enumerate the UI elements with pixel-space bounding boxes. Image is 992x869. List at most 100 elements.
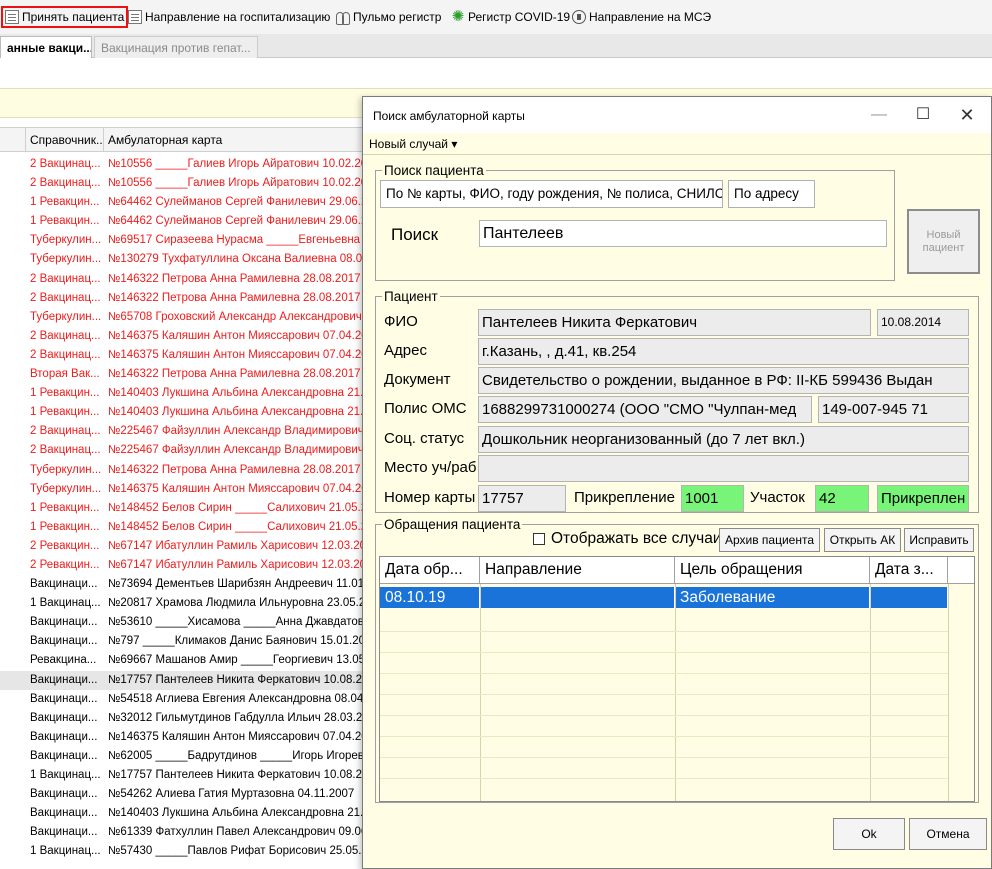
tab-hepatitis-vaccination[interactable]: Вакцинация против гепат... (94, 36, 258, 58)
card-cell: №146375 Каляшин Антон Мияссарович 07.04.… (108, 482, 380, 495)
search-mode-by-address[interactable]: По адресу (728, 180, 815, 208)
grid-divider (480, 584, 481, 801)
table-row[interactable]: 2 Вакцинац... №225467 Файзуллин Александр… (0, 422, 380, 441)
table-row[interactable]: Туберкулин... №146322 Петрова Анна Рамиле… (0, 461, 380, 480)
table-row[interactable]: 2 Вакцинац... №146375 Каляшин Антон Миясс… (0, 327, 380, 346)
table-row[interactable]: 1 Ревакцин... №64462 Сулейманов Сергей Фа… (0, 212, 380, 231)
card-cell: №140403 Лукшина Альбина Александровна 21… (108, 406, 380, 419)
reference-cell: 1 Ревакцин... (30, 501, 100, 514)
reference-cell: Вакцинаци... (30, 730, 98, 743)
table-row[interactable]: 1 Ревакцин... №148452 Белов Сирин _____Са… (0, 499, 380, 518)
dialog-titlebar: Поиск амбулаторной карты — ☐ ✕ (363, 97, 991, 133)
table-row[interactable]: Ревакцина... №69667 Машанов Амир _____Гео… (0, 651, 380, 670)
grid-divider (380, 736, 948, 737)
table-row[interactable]: Вакцинаци... №54262 Алиева Гатия Муртазов… (0, 785, 380, 804)
table-row[interactable]: Туберкулин... №65708 Гроховский Александр… (0, 308, 380, 327)
table-row[interactable]: Вакцинаци... №797 _____Климаков Данис Бая… (0, 632, 380, 651)
appeal-direction-cell (480, 587, 675, 608)
maximize-icon[interactable]: ☐ (903, 103, 943, 127)
table-row[interactable]: 1 Вакцинац... №20817 Храмова Людмила Ильн… (0, 594, 380, 613)
column-header-card[interactable]: Амбулаторная карта (104, 128, 380, 152)
table-row[interactable]: 1 Ревакцин... №140403 Лукшина Альбина Але… (0, 384, 380, 403)
hospitalization-referral-button[interactable]: Направление на госпитализацию (128, 6, 330, 28)
column-header-close-date[interactable]: Дата з... (870, 557, 948, 583)
card-cell: №32012 Гильмутдинов Габдулла Ильич 28.03… (108, 711, 380, 724)
table-row[interactable]: 1 Вакцинац... №17757 Пантелеев Никита Фер… (0, 766, 380, 785)
table-row[interactable]: 2 Вакцинац... №146322 Петрова Анна Рамиле… (0, 289, 380, 308)
search-input[interactable]: Пантелеев (479, 220, 887, 247)
table-row[interactable]: Вакцинаци... №140403 Лукшина Альбина Алек… (0, 804, 380, 823)
table-row[interactable]: Вакцинаци... №62005 _____Бадрутдинов ____… (0, 747, 380, 766)
card-number-field: 17757 (478, 485, 566, 512)
pulmo-register-label: Пульмо регистр (353, 10, 442, 24)
table-row[interactable]: 1 Вакцинац... №57430 _____Павлов Рифат Бо… (0, 842, 380, 861)
table-row[interactable]: 2 Вакцинац... №10556 _____Галиев Игорь Ай… (0, 155, 380, 174)
new-patient-button[interactable]: Новый пациент (907, 209, 980, 274)
table-row[interactable]: 2 Ревакцин... №67147 Ибатуллин Рамиль Хар… (0, 556, 380, 575)
patient-archive-button[interactable]: Архив пациента (719, 528, 820, 552)
table-row[interactable]: 2 Вакцинац... №146375 Каляшин Антон Миясс… (0, 346, 380, 365)
lungs-icon (336, 10, 350, 25)
close-icon[interactable]: ✕ (947, 103, 987, 127)
minimize-icon[interactable]: — (859, 103, 899, 127)
table-row[interactable]: Туберкулин... №130279 Тухфатуллина Оксана… (0, 250, 380, 269)
table-row[interactable]: Вакцинаци... №53610 _____Хисамова _____Ан… (0, 613, 380, 632)
table-row[interactable]: Туберкулин... №146375 Каляшин Антон Миясс… (0, 480, 380, 499)
reference-cell: Вторая Вак... (30, 368, 100, 381)
search-mode-by-card[interactable]: По № карты, ФИО, году рождения, № полиса… (380, 180, 723, 208)
card-cell: №225467 Файзуллин Александр Владимирович… (108, 444, 380, 457)
grid-divider (380, 631, 948, 632)
table-row[interactable]: 1 Ревакцин... №140403 Лукшина Альбина Але… (0, 403, 380, 422)
table-row[interactable]: Вакцинаци... №146375 Каляшин Антон Миясса… (0, 728, 380, 747)
cancel-button[interactable]: Отмена (909, 818, 987, 850)
card-cell: №140403 Лукшина Альбина Александровна 21… (108, 387, 380, 400)
checkbox-icon[interactable] (533, 533, 545, 545)
edit-button[interactable]: Исправить (904, 528, 974, 552)
column-header-reference[interactable]: Справочник... (26, 128, 104, 152)
table-row[interactable]: Вакцинаци... №54518 Аглиева Евгения Алекс… (0, 690, 380, 709)
table-row-selected[interactable]: Вакцинаци... №17757 Пантелеев Никита Ферк… (0, 670, 380, 690)
grid-divider (380, 694, 948, 695)
table-row[interactable]: 2 Ревакцин... №67147 Ибатуллин Рамиль Хар… (0, 537, 380, 556)
table-row[interactable]: 2 Вакцинац... №225467 Файзуллин Александр… (0, 441, 380, 460)
card-cell: №73694 Дементьев Шарибзян Андреевич 11.0… (108, 578, 380, 591)
mse-referral-button[interactable]: Направление на МСЭ (572, 6, 711, 28)
ok-button[interactable]: Ok (833, 818, 905, 850)
fio-label: ФИО (384, 313, 418, 330)
show-all-checkbox[interactable]: Отображать все случаи (533, 530, 719, 548)
table-row[interactable]: 2 Вакцинац... №10556 _____Галиев Игорь Ай… (0, 174, 380, 193)
new-case-menu[interactable]: Новый случай ▾ (369, 137, 457, 151)
search-card-dialog: Поиск амбулаторной карты — ☐ ✕ Новый слу… (362, 96, 992, 869)
covid-register-button[interactable]: ✺ Регистр COVID-19 (451, 6, 570, 28)
table-row[interactable]: Вторая Вак... №146322 Петрова Анна Рамиле… (0, 365, 380, 384)
card-cell: №20817 Храмова Людмила Ильнуровна 23.05.… (108, 597, 380, 610)
open-card-button[interactable]: Открыть АК (824, 528, 901, 552)
oms-label: Полис ОМС (384, 400, 467, 417)
tab-vaccination-data[interactable]: анные вакци... ✕ (0, 36, 92, 58)
accept-patient-button[interactable]: Принять пациента (1, 6, 129, 28)
table-row[interactable]: 2 Вакцинац... №146322 Петрова Анна Рамиле… (0, 270, 380, 289)
table-row[interactable]: 1 Ревакцин... №148452 Белов Сирин _____Са… (0, 518, 380, 537)
table-row[interactable]: Вакцинаци... №61339 Фатхуллин Павел Алекс… (0, 823, 380, 842)
stamp-icon (572, 10, 586, 24)
reference-cell: 2 Ревакцин... (30, 558, 100, 571)
reference-cell: 2 Вакцинац... (30, 158, 101, 170)
pulmo-register-button[interactable]: Пульмо регистр (336, 6, 441, 28)
attachment-field: 1001 (681, 485, 744, 512)
reference-cell: 1 Ревакцин... (30, 196, 100, 209)
grid-divider (675, 584, 676, 801)
table-row[interactable]: 1 Ревакцин... №64462 Сулейманов Сергей Фа… (0, 193, 380, 212)
grid-divider (380, 757, 948, 758)
reference-cell: 1 Вакцинац... (30, 769, 101, 781)
accept-patient-label: Принять пациента (22, 10, 125, 24)
column-header-purpose[interactable]: Цель обращения (675, 557, 870, 583)
table-row[interactable]: Вакцинаци... №73694 Дементьев Шарибзян Ан… (0, 575, 380, 594)
reference-cell: 1 Вакцинац... (30, 845, 101, 858)
table-row[interactable]: Туберкулин... №69517 Сиразеева Нурасма __… (0, 231, 380, 250)
appeals-row-selected[interactable]: 08.10.19 Заболевание (380, 587, 948, 608)
table-row[interactable]: Вакцинаци... №32012 Гильмутдинов Габдулла… (0, 709, 380, 728)
column-header-direction[interactable]: Направление (480, 557, 675, 583)
reference-cell: 2 Вакцинац... (30, 272, 101, 285)
reference-cell: Туберкулин... (30, 310, 102, 323)
column-header-date[interactable]: Дата обр... (380, 557, 480, 583)
